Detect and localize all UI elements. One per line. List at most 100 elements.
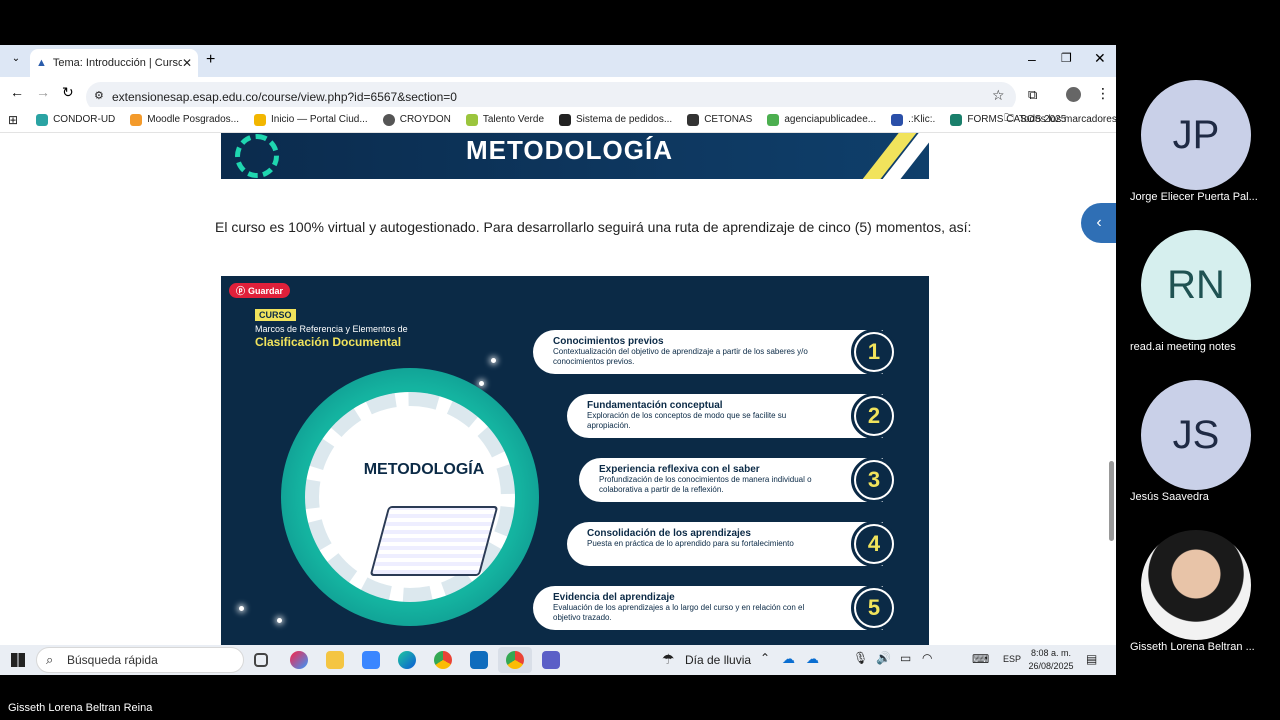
volume-icon[interactable]: 🔊 [876, 651, 891, 665]
weather-text[interactable]: Día de lluvia [685, 653, 751, 667]
minimize-button[interactable]: – [1028, 51, 1036, 67]
teams-icon[interactable] [542, 651, 560, 669]
participant-name: read.ai meeting notes [1130, 341, 1236, 353]
outlook-icon[interactable] [470, 651, 488, 669]
reload-icon[interactable]: ↻ [62, 84, 74, 101]
all-bookmarks[interactable]: 🗀 Todos los marcadores [1004, 111, 1116, 128]
bookmark-condor[interactable]: CONDOR-UD [36, 113, 115, 126]
bookmark-pedidos[interactable]: Sistema de pedidos... [559, 113, 672, 126]
step-4: Consolidación de los aprendizajes Puesta… [567, 522, 883, 566]
site-info-icon[interactable]: ⚙ [94, 89, 104, 102]
pinterest-save-button[interactable]: ⓟ Guardar [229, 283, 291, 298]
language-indicator[interactable]: ESP [1003, 654, 1021, 664]
bookmark-portal[interactable]: Inicio — Portal Ciud... [254, 113, 368, 126]
battery-icon[interactable]: ▭ [900, 651, 911, 665]
bookmark-icon [891, 113, 904, 126]
chevron-left-icon: ‹ [1096, 214, 1102, 231]
bookmark-icon [36, 113, 49, 126]
course-title: Clasificación Documental [255, 335, 402, 349]
cloud-icon[interactable]: ☁ [782, 651, 795, 667]
bookmark-moodle[interactable]: Moodle Posgrados... [130, 113, 239, 126]
participant-avatar: RN [1141, 230, 1251, 340]
gear-illustration: METODOLOGÍA [305, 392, 515, 602]
bookmark-cetonas[interactable]: CETONAS [687, 113, 752, 126]
participant-name: Jesús Saavedra [1130, 491, 1209, 503]
bookmark-icon [130, 113, 143, 126]
bookmark-agencia[interactable]: agenciapublicadee... [767, 113, 876, 126]
drawer-toggle-button[interactable]: ‹ [1081, 203, 1116, 243]
task-view-icon[interactable] [254, 653, 268, 667]
tab-bar: ⌄ ▲ Tema: Introducción | Curso: Ma ✕ + –… [0, 45, 1116, 77]
tab-list-button[interactable]: ⌄ [8, 53, 24, 69]
step-2: Fundamentación conceptual Exploración de… [567, 394, 883, 438]
step-desc: Exploración de los conceptos de modo que… [587, 411, 787, 430]
step-desc: Puesta en práctica de lo aprendido para … [587, 539, 794, 548]
page-content: METODOLOGÍA El curso es 100% virtual y a… [0, 133, 1116, 645]
profile-avatar[interactable] [1066, 87, 1081, 102]
notification-icon[interactable]: ▤ [1086, 652, 1097, 666]
course-subtitle: Marcos de Referencia y Elementos de [255, 324, 408, 334]
clock-date[interactable]: 26/08/2025 [1026, 661, 1076, 671]
back-icon[interactable]: ← [10, 84, 24, 100]
course-tag: CURSO [255, 309, 296, 321]
center-label: METODOLOGÍA [363, 461, 485, 478]
step-number: 3 [851, 457, 897, 503]
bookmark-icon [950, 113, 963, 126]
store-icon[interactable] [362, 651, 380, 669]
menu-icon[interactable]: ⋮ [1096, 85, 1110, 102]
step-desc: Contextualización del objetivo de aprend… [553, 347, 808, 366]
close-window-button[interactable]: ✕ [1094, 50, 1106, 67]
banner-title: METODOLOGÍA [466, 135, 673, 165]
step-number: 5 [851, 585, 897, 631]
browser-window: ⌄ ▲ Tema: Introducción | Curso: Ma ✕ + –… [0, 45, 1116, 645]
chrome-icon[interactable] [506, 651, 524, 669]
edge-icon[interactable] [398, 651, 416, 669]
chrome-icon[interactable] [434, 651, 452, 669]
close-tab-icon[interactable]: ✕ [182, 56, 192, 70]
chevron-up-icon[interactable]: ⌃ [760, 651, 770, 665]
windows-start-icon[interactable] [11, 653, 25, 667]
bookmark-icon [687, 113, 700, 126]
taskbar: ⌕ Búsqueda rápida ☂ Día de lluvia ⌃ ☁ ☁ … [0, 645, 1116, 675]
clock-time[interactable]: 8:08 a. m. [1026, 648, 1076, 658]
sparkle [479, 381, 484, 386]
search-icon: ⌕ [46, 652, 54, 667]
sparkle [239, 606, 244, 611]
methodology-banner: METODOLOGÍA [221, 133, 929, 179]
file-explorer-icon[interactable] [326, 651, 344, 669]
keyboard-icon[interactable]: ⌨ [972, 652, 989, 666]
cloud-icon[interactable]: ☁ [806, 651, 819, 667]
copilot-icon[interactable] [290, 651, 308, 669]
forward-icon[interactable]: → [36, 84, 50, 100]
scrollbar-thumb[interactable] [1109, 461, 1114, 541]
intro-text: El curso es 100% virtual y autogestionad… [215, 219, 972, 235]
bookmarks-bar: ⊞ CONDOR-UD Moodle Posgrados... Inicio —… [0, 107, 1116, 133]
bookmark-klic[interactable]: .:Klic:. [891, 113, 935, 126]
step-title: Experiencia reflexiva con el saber [599, 464, 760, 475]
site-favicon-icon: ▲ [36, 57, 47, 69]
microphone-icon[interactable]: 🎙 [853, 651, 868, 665]
new-tab-button[interactable]: + [206, 51, 215, 69]
methodology-circle: METODOLOGÍA [281, 368, 539, 626]
participant-name: Gisseth Lorena Beltran ... [1130, 641, 1255, 653]
step-desc: Evaluación de los aprendizajes a lo larg… [553, 603, 805, 622]
bookmark-icon [382, 113, 395, 126]
presenter-name: Gisseth Lorena Beltran Reina [8, 702, 153, 714]
extensions-icon[interactable]: ⧉ [1028, 87, 1037, 103]
bookmark-croydon[interactable]: CROYDON [382, 113, 451, 126]
step-title: Evidencia del aprendizaje [553, 592, 675, 603]
step-number: 4 [851, 521, 897, 567]
bookmark-star-icon[interactable]: ☆ [992, 87, 1005, 104]
tab-active[interactable]: ▲ Tema: Introducción | Curso: Ma ✕ [30, 49, 198, 77]
bookmark-icon [254, 113, 266, 126]
step-desc: Profundización de los conocimientos de m… [599, 475, 812, 494]
wifi-icon[interactable]: ◠ [922, 651, 932, 665]
step-title: Conocimientos previos [553, 336, 664, 347]
apps-grid-icon[interactable]: ⊞ [8, 113, 18, 127]
restore-button[interactable]: ❐ [1061, 51, 1072, 65]
step-number: 2 [851, 393, 897, 439]
taskbar-search[interactable]: ⌕ Búsqueda rápida [36, 647, 244, 673]
laptop-icon [369, 506, 499, 576]
bookmark-talento[interactable]: Talento Verde [465, 113, 544, 126]
weather-icon: ☂ [662, 651, 675, 667]
